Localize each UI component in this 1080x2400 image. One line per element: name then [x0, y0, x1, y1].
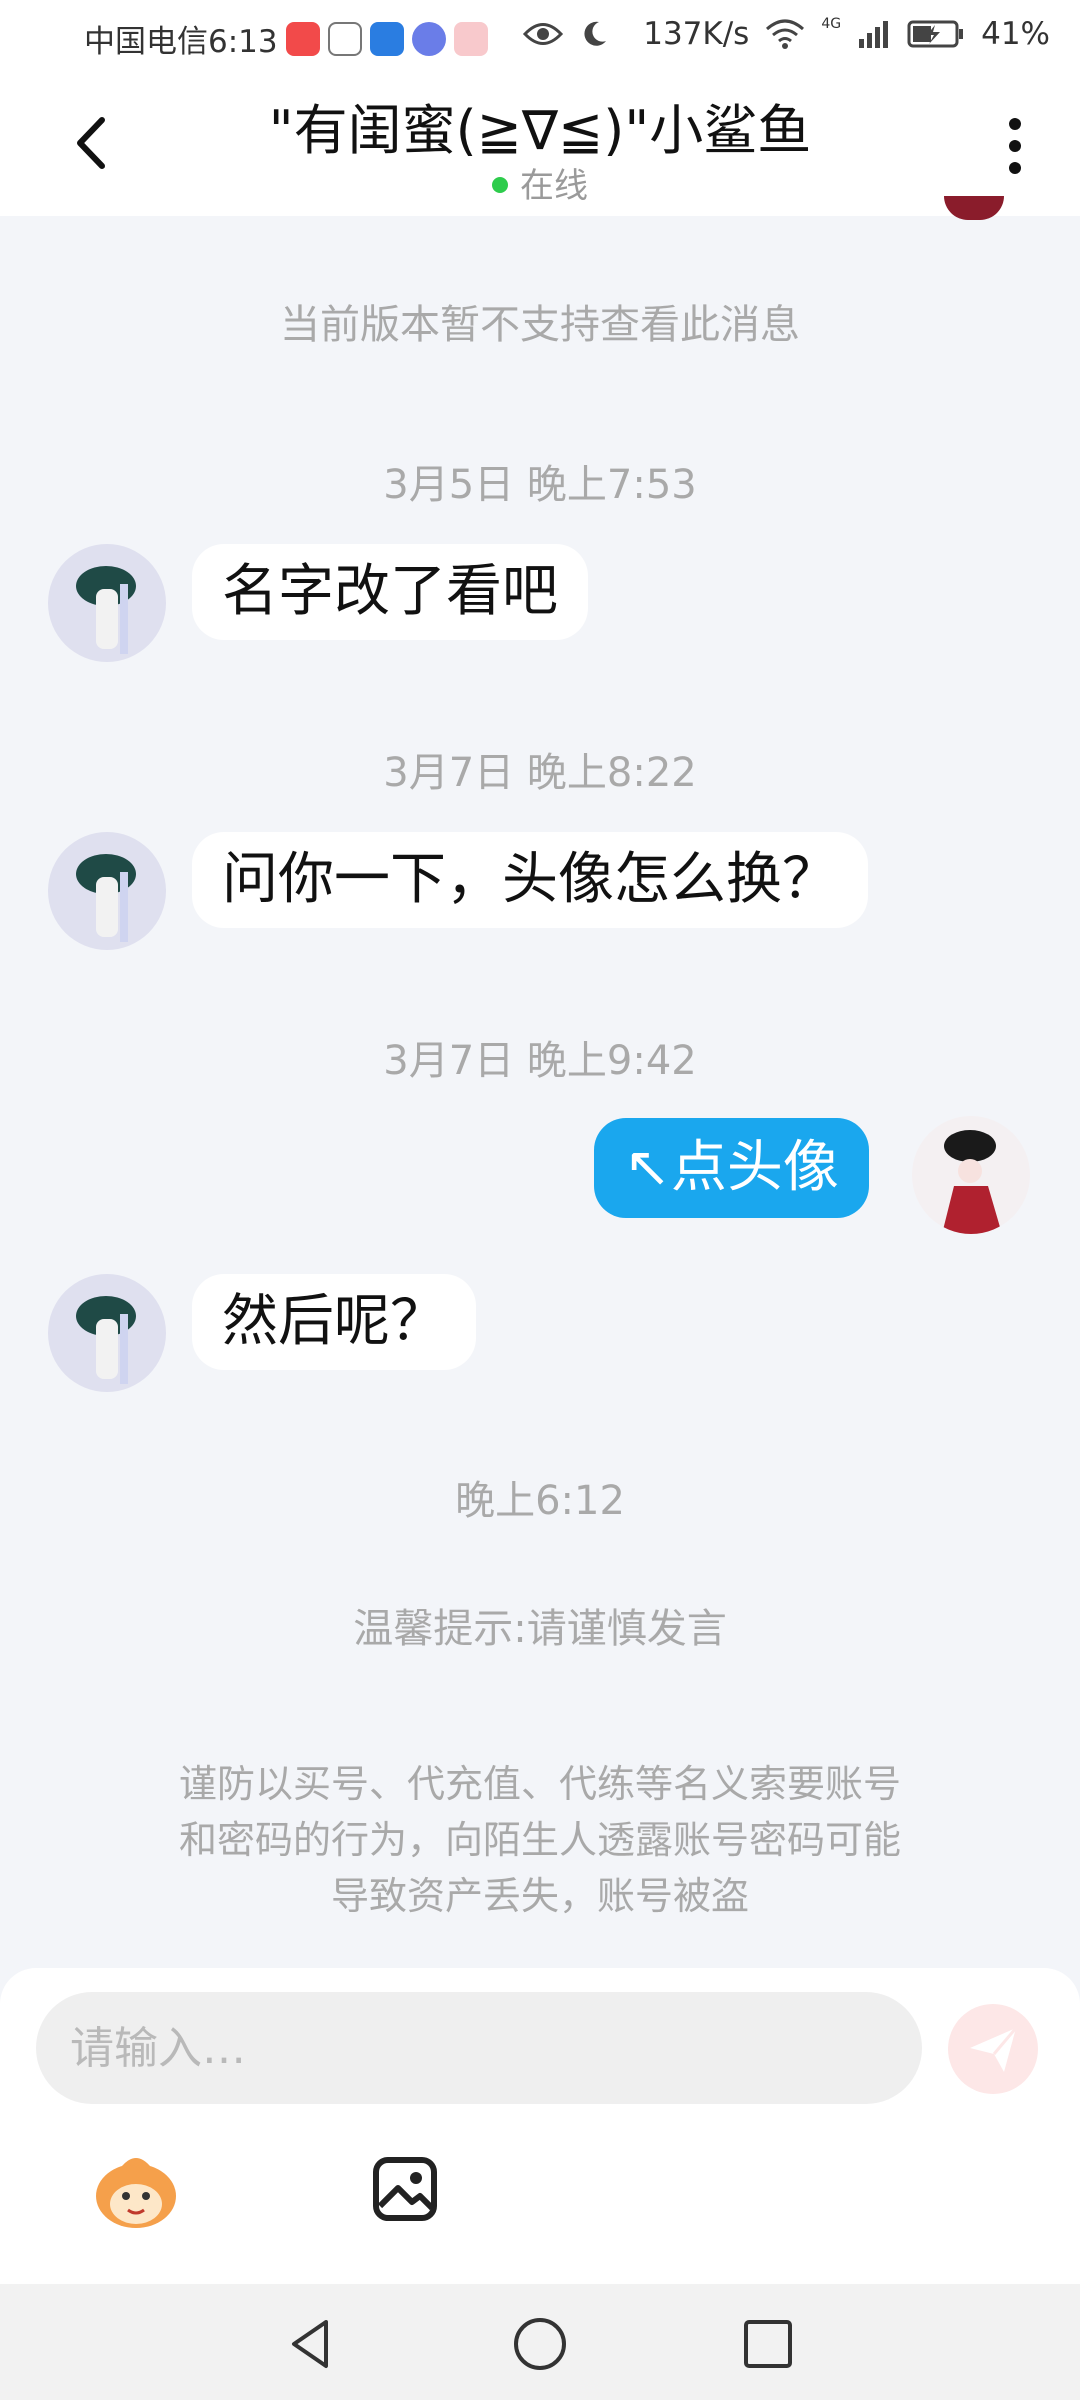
carrier-time: 中国电信6:13: [84, 24, 278, 60]
battery-percent: 41%: [981, 16, 1050, 52]
send-button[interactable]: [948, 2004, 1038, 2094]
send-icon: [970, 2027, 1018, 2072]
image-icon[interactable]: [372, 2156, 438, 2222]
emoji-icon[interactable]: [92, 2152, 180, 2232]
input-area: [0, 1968, 1080, 2284]
wifi-icon: [766, 19, 805, 49]
wechat-icon: [327, 21, 362, 56]
warning-line: 导致资产丢失，账号被盗: [330, 1874, 749, 1918]
nav-home-icon[interactable]: [510, 2314, 570, 2374]
status-bar-left: 中国电信6:13: [84, 16, 488, 61]
warning-line: 谨防以买号、代充值、代练等名义索要账号: [178, 1762, 901, 1806]
message-bubble[interactable]: 名字改了看吧: [192, 544, 588, 640]
safety-tip: 温馨提示:请谨慎发言: [353, 1606, 727, 1652]
network-speed: 137K/s: [643, 16, 750, 52]
safety-warning: 谨防以买号、代充值、代练等名义索要账号 和密码的行为，向陌生人透露账号密码可能 …: [0, 1756, 1080, 1924]
status-bar: 中国电信6:13 137K/s 4G 41%: [0, 0, 1080, 72]
contact-avatar[interactable]: [48, 544, 166, 662]
contact-avatar[interactable]: [48, 1274, 166, 1392]
my-avatar[interactable]: [912, 1116, 1030, 1234]
online-status: 在线: [0, 158, 1080, 207]
system-nav-bar: [0, 2284, 1080, 2400]
online-status-label: 在线: [520, 166, 588, 206]
timestamp: 3月7日 晚上8:22: [383, 750, 697, 796]
unsupported-notice: 当前版本暂不支持查看此消息: [280, 302, 800, 348]
store-app-icon: [453, 21, 488, 56]
nav-back-icon[interactable]: [282, 2314, 342, 2374]
timestamp: 晚上6:12: [455, 1478, 625, 1524]
partial-avatar: [944, 196, 1004, 220]
status-bar-right: 137K/s 4G 41%: [523, 16, 1050, 52]
huawei-app-icon: [285, 21, 320, 56]
music-icon: [411, 21, 446, 56]
bulb-app-icon: [369, 21, 404, 56]
network-type: 4G: [821, 16, 842, 32]
timestamp: 3月7日 晚上9:42: [383, 1038, 697, 1084]
battery-icon: [907, 20, 964, 48]
contact-avatar[interactable]: [48, 832, 166, 950]
my-message-bubble[interactable]: ↖点头像: [594, 1118, 869, 1218]
timestamp: 3月5日 晚上7:53: [383, 462, 697, 508]
chat-header: "有闺蜜(≧∇≦)"小鲨鱼 在线: [0, 72, 1080, 216]
message-bubble[interactable]: 然后呢？: [192, 1274, 476, 1370]
online-dot-icon: [492, 176, 508, 193]
moon-icon: [584, 21, 607, 46]
message-input[interactable]: [36, 1992, 922, 2104]
warning-line: 和密码的行为，向陌生人透露账号密码可能: [178, 1818, 901, 1862]
chat-title: "有闺蜜(≧∇≦)"小鲨鱼: [268, 99, 812, 162]
nav-recents-icon[interactable]: [738, 2314, 798, 2374]
message-bubble[interactable]: 问你一下，头像怎么换？: [192, 832, 868, 928]
signal-icon: [859, 21, 889, 48]
more-vertical-icon[interactable]: [1006, 116, 1024, 176]
eye-icon: [523, 23, 564, 45]
